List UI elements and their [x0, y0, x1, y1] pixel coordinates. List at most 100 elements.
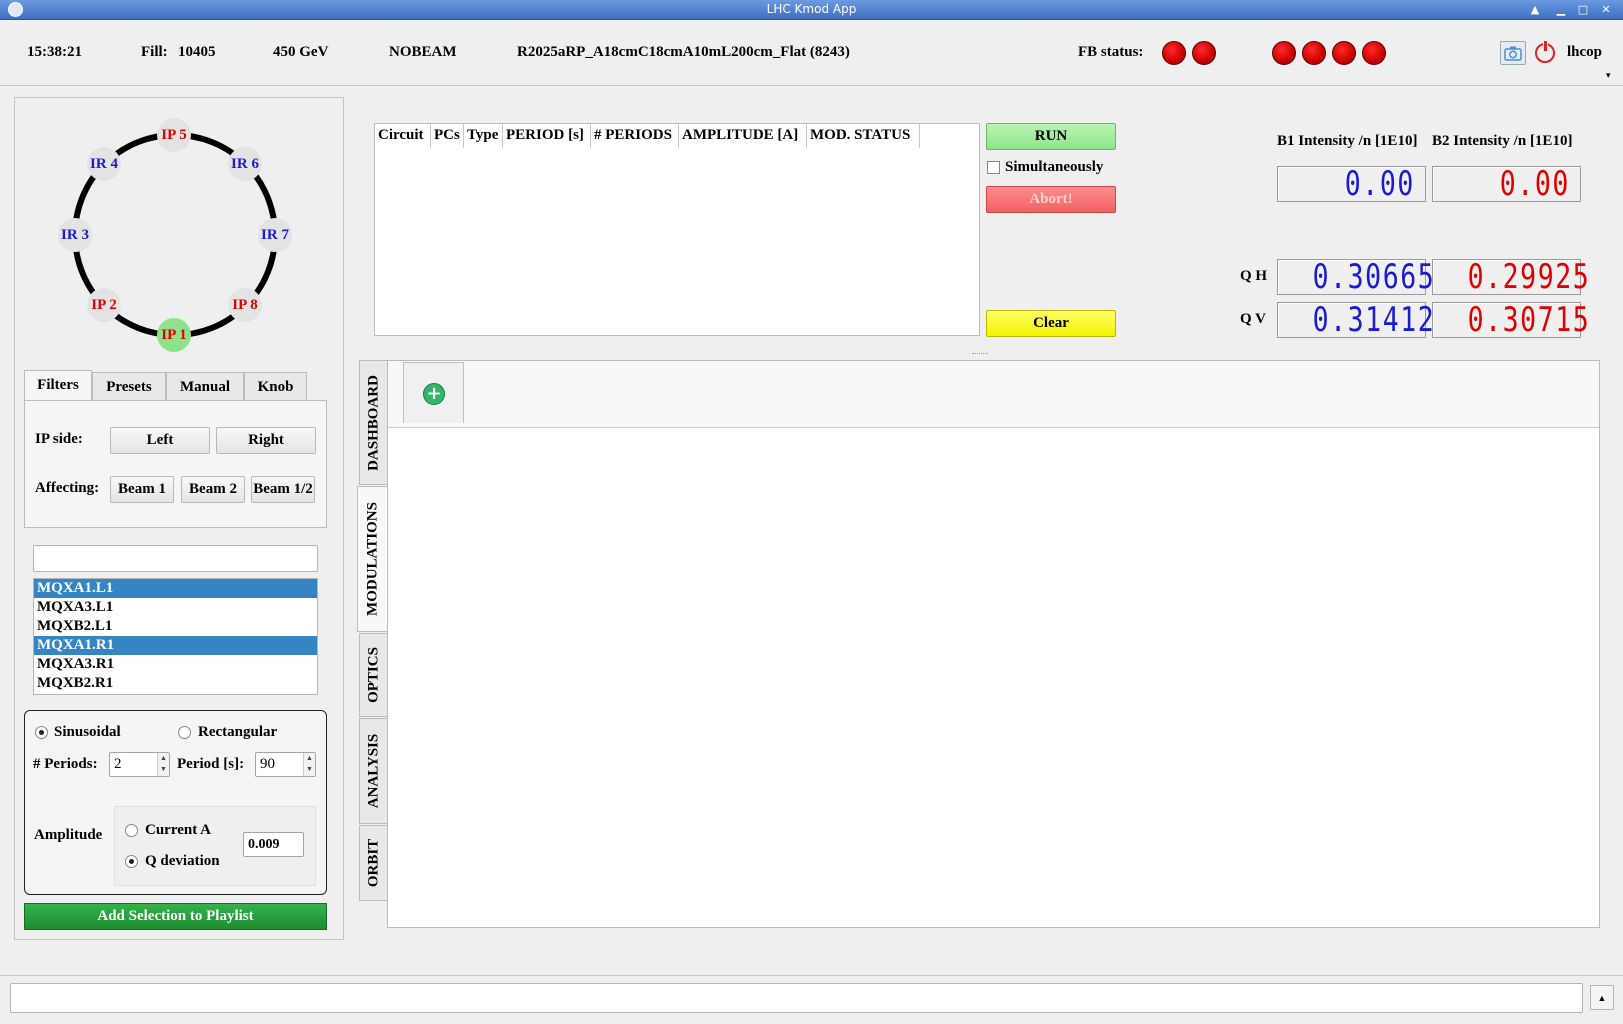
power-icon[interactable] [1535, 40, 1555, 63]
playlist-table[interactable]: Circuit PCs Type PERIOD [s] # PERIODS AM… [374, 123, 980, 336]
run-button[interactable]: RUN [986, 123, 1116, 150]
left-button[interactable]: Left [110, 427, 210, 454]
periods-spinbox[interactable]: 2 ▲ ▼ [109, 752, 170, 777]
circuit-list[interactable]: MQXA1.L1 MQXA3.L1 MQXB2.L1 MQXA1.R1 MQXA… [33, 578, 318, 695]
column-header[interactable]: PCs [431, 124, 464, 148]
fill-label: Fill: [141, 44, 168, 60]
splitter-handle[interactable] [972, 353, 988, 355]
tab-label: MODULATIONS [364, 502, 381, 616]
ring-node-ip8[interactable]: IP 8 [228, 288, 262, 322]
ring-node-label: IR 3 [61, 227, 89, 243]
minimize-icon[interactable]: ▁ [1553, 2, 1569, 17]
qh-b2-value: 0.29925 [1467, 257, 1591, 297]
tab-knob[interactable]: Knob [244, 372, 307, 400]
chevron-down-icon[interactable]: ▾ [1606, 70, 1611, 81]
fill-number: 10405 [178, 44, 216, 60]
amplitude-input[interactable]: 0.009 [243, 832, 304, 857]
ring-node-label: IP 5 [161, 127, 187, 143]
ring-node-ip1[interactable]: IP 1 [157, 318, 191, 352]
tab-modulations[interactable]: MODULATIONS [357, 486, 388, 632]
clock-time: 15:38:21 [27, 44, 82, 60]
b1-intensity-label: B1 Intensity /n [1E10] [1277, 133, 1418, 149]
column-header[interactable]: AMPLITUDE [A] [679, 124, 807, 148]
simultaneously-checkbox[interactable] [987, 161, 1000, 174]
chevron-up-icon[interactable]: ▲ [1590, 985, 1614, 1010]
periods-value: 2 [114, 756, 122, 772]
optics-name: R2025aRP_A18cmC18cmA10mL200cm_Flat (8243… [517, 44, 850, 60]
qv-b2-display: 0.30715 [1432, 302, 1589, 338]
beam1-button[interactable]: Beam 1 [110, 476, 174, 503]
beam12-button[interactable]: Beam 1/2 [251, 476, 315, 503]
tab-manual[interactable]: Manual [166, 372, 244, 400]
b2-intensity-value: 0.00 [1499, 164, 1570, 204]
ring-node-ir6[interactable]: IR 6 [228, 147, 262, 181]
simultaneously-label: Simultaneously [1005, 159, 1104, 175]
plus-circle-icon[interactable]: + [423, 383, 445, 405]
column-header[interactable]: MOD. STATUS [807, 124, 920, 148]
tab-label: ORBIT [365, 838, 381, 888]
column-header[interactable]: Circuit [375, 124, 431, 148]
tab-analysis[interactable]: ANALYSIS [359, 718, 387, 824]
ring-node-ir3[interactable]: IR 3 [58, 218, 92, 252]
ring-node-label: IR 7 [261, 227, 289, 243]
add-tab-button[interactable]: + [403, 362, 464, 423]
list-item[interactable]: MQXA3.L1 [34, 598, 317, 617]
spin-arrows-icon[interactable]: ▲ ▼ [157, 753, 169, 776]
q-deviation-radio[interactable] [125, 855, 138, 868]
list-item[interactable]: MQXB2.L1 [34, 617, 317, 636]
period-spinbox[interactable]: 90 ▲ ▼ [255, 752, 316, 777]
column-header[interactable]: PERIOD [s] [503, 124, 591, 148]
circuit-search-input[interactable] [33, 545, 318, 572]
current-a-radio[interactable] [125, 824, 138, 837]
ring-node-label: IP 2 [91, 297, 117, 313]
fb-status-led-3 [1272, 41, 1296, 65]
window-titlebar: LHC Kmod App ▲ ▁ □ ✕ [0, 0, 1623, 20]
beam-energy: 450 GeV [273, 44, 329, 60]
list-item[interactable]: MQXA3.R1 [34, 655, 317, 674]
ring-node-ip5[interactable]: IP 5 [157, 118, 191, 152]
add-to-playlist-button[interactable]: Add Selection to Playlist [24, 903, 327, 930]
abort-button[interactable]: Abort! [986, 186, 1116, 213]
ring-node-label: IP 1 [161, 327, 187, 343]
ip-side-label: IP side: [35, 431, 83, 447]
qh-b2-display: 0.29925 [1432, 259, 1589, 295]
right-button[interactable]: Right [216, 427, 316, 454]
b1-intensity-value: 0.00 [1344, 164, 1415, 204]
tab-optics[interactable]: OPTICS [359, 633, 387, 717]
column-header[interactable]: Type [464, 124, 503, 148]
clear-button[interactable]: Clear [986, 310, 1116, 337]
qh-label: Q H [1240, 268, 1268, 284]
qv-label: Q V [1240, 311, 1266, 327]
window-up-icon[interactable]: ▲ [1527, 2, 1543, 17]
current-a-label: Current A [145, 822, 211, 838]
tab-presets[interactable]: Presets [92, 372, 166, 400]
ring-node-ip2[interactable]: IP 2 [87, 288, 121, 322]
qv-b1-value: 0.31412 [1312, 300, 1436, 340]
beam-mode: NOBEAM [389, 44, 457, 60]
sinusoidal-radio[interactable] [35, 726, 48, 739]
maximize-icon[interactable]: □ [1575, 2, 1591, 17]
ring-node-ir4[interactable]: IR 4 [87, 147, 121, 181]
list-item[interactable]: MQXA1.L1 [34, 579, 317, 598]
ring-node-label: IP 8 [232, 297, 258, 313]
ring-node-ir7[interactable]: IR 7 [258, 218, 292, 252]
rectangular-radio[interactable] [178, 726, 191, 739]
column-header[interactable]: # PERIODS [591, 124, 679, 148]
fb-status-led-4 [1302, 41, 1326, 65]
tab-filters[interactable]: Filters [24, 370, 92, 401]
fb-status-label: FB status: [1078, 44, 1144, 60]
fb-status-led-6 [1362, 41, 1386, 65]
tab-dashboard[interactable]: DASHBOARD [359, 360, 387, 485]
close-icon[interactable]: ✕ [1598, 2, 1614, 17]
list-item[interactable]: MQXA1.R1 [34, 636, 317, 655]
b1-intensity-display: 0.00 [1277, 166, 1426, 202]
q-deviation-label: Q deviation [145, 853, 220, 869]
fb-status-led-2 [1192, 41, 1216, 65]
list-item[interactable]: MQXB2.R1 [34, 674, 317, 693]
tab-label: ANALYSIS [365, 733, 381, 809]
period-label: Period [s]: [177, 756, 245, 772]
tab-orbit[interactable]: ORBIT [359, 825, 387, 901]
camera-icon[interactable] [1500, 41, 1526, 65]
beam2-button[interactable]: Beam 2 [181, 476, 245, 503]
spin-arrows-icon[interactable]: ▲ ▼ [303, 753, 315, 776]
